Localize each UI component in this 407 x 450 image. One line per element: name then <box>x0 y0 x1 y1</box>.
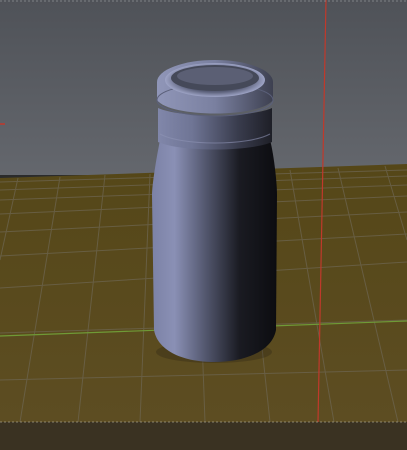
viewport-bottom-band <box>0 422 407 450</box>
bottle-object[interactable] <box>152 60 277 363</box>
3d-viewport[interactable] <box>0 0 407 450</box>
viewport-canvas[interactable] <box>0 0 407 450</box>
